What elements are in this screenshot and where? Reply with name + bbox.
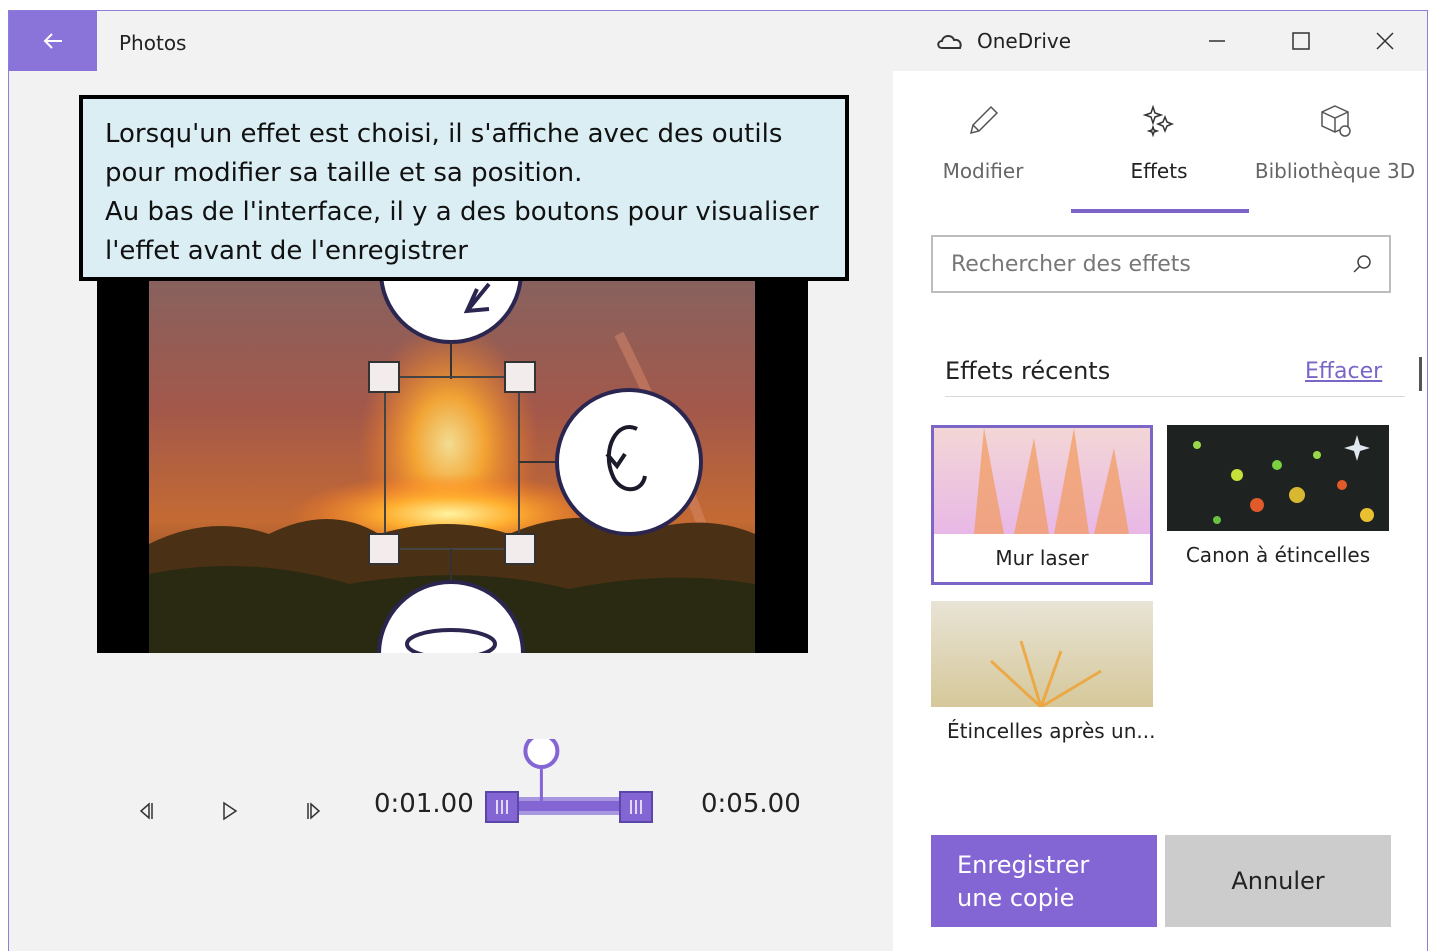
play-icon (223, 801, 238, 821)
onedrive-label: OneDrive (977, 29, 1072, 53)
cancel-button[interactable]: Annuler (1165, 835, 1391, 927)
effect-label: Mur laser (995, 546, 1089, 570)
maximize-icon (1292, 32, 1310, 50)
corner-handle (368, 533, 400, 565)
end-time: 0:05.00 (701, 789, 801, 819)
trim-end-handle[interactable] (619, 791, 653, 823)
onedrive-button[interactable]: OneDrive (935, 29, 1071, 53)
tab-label: Effets (1130, 159, 1188, 183)
recent-effects-title: Effets récents (945, 357, 1111, 385)
tab-effets[interactable]: Effets (1069, 101, 1249, 183)
close-icon (1376, 32, 1394, 50)
effect-card-etincelles-apres[interactable]: Étincelles après un... (931, 601, 1155, 761)
effects-panel: Modifier Effets Bibliothèque 3D Recherch… (893, 71, 1427, 952)
callout-line: pour modifier sa taille et sa position. (105, 158, 583, 188)
selection-box (384, 376, 520, 550)
minimize-icon (1209, 40, 1225, 42)
corner-handle (504, 533, 536, 565)
minimize-button[interactable] (1187, 19, 1247, 63)
playhead-knob (523, 733, 560, 769)
canon-etincelles-thumbnail (1167, 425, 1389, 531)
grip-icon (630, 800, 642, 814)
tab-label: Bibliothèque 3D (1254, 159, 1416, 183)
clear-link[interactable]: Effacer (1305, 359, 1382, 384)
previous-frame-icon (139, 802, 153, 820)
app-title: Photos (119, 31, 187, 55)
callout-line: Au bas de l'interface, il y a des bouton… (105, 197, 819, 227)
instruction-callout: Lorsqu'un effet est choisi, il s'affiche… (79, 95, 849, 281)
photos-window: Photos OneDrive Lorsqu'un effet est choi… (8, 10, 1428, 952)
effect-label: Étincelles après un... (947, 719, 1156, 743)
scrollbar-thumb[interactable] (1419, 357, 1422, 391)
mur-laser-thumbnail (934, 428, 1150, 534)
current-time: 0:01.00 (374, 789, 474, 819)
search-icon[interactable] (1351, 253, 1373, 275)
arrow-left-icon (43, 33, 62, 49)
corner-handle (504, 361, 536, 393)
title-bar: Photos OneDrive (9, 11, 1427, 71)
previous-frame-button[interactable] (125, 791, 165, 831)
trim-timeline[interactable] (483, 733, 659, 829)
etincelles-apres-thumbnail (931, 601, 1153, 707)
search-input[interactable] (949, 250, 1351, 278)
next-frame-icon (307, 802, 321, 820)
cloud-icon (937, 35, 962, 49)
tab-label: Modifier (942, 159, 1024, 183)
pencil-icon (969, 105, 999, 135)
tab-bibliotheque-3d[interactable]: Bibliothèque 3D (1245, 101, 1425, 183)
effect-card-canon-etincelles[interactable]: Canon à étincelles (1167, 425, 1389, 585)
grip-icon (496, 800, 508, 814)
corner-handle (368, 361, 400, 393)
callout-line: l'effet avant de l'enregistrer (105, 236, 468, 266)
tab-indicator (1071, 209, 1249, 213)
spin-handle-circle (377, 580, 525, 653)
effect-card-mur-laser[interactable]: Mur laser (931, 425, 1153, 585)
sparkle-icon (1142, 104, 1175, 138)
back-button[interactable] (9, 11, 97, 71)
divider (945, 396, 1405, 397)
close-button[interactable] (1355, 19, 1415, 63)
maximize-button[interactable] (1271, 19, 1331, 63)
search-box[interactable] (931, 235, 1391, 293)
cube-icon (1321, 105, 1351, 137)
effect-label: Canon à étincelles (1185, 543, 1371, 567)
trim-start-handle[interactable] (485, 791, 519, 823)
next-frame-button[interactable] (295, 791, 335, 831)
save-copy-button[interactable]: Enregistrer une copie (931, 835, 1157, 927)
callout-line: Lorsqu'un effet est choisi, il s'affiche… (105, 119, 783, 149)
play-button[interactable] (209, 791, 249, 831)
rotate-handle-circle (555, 388, 703, 536)
tab-modifier[interactable]: Modifier (893, 101, 1073, 183)
